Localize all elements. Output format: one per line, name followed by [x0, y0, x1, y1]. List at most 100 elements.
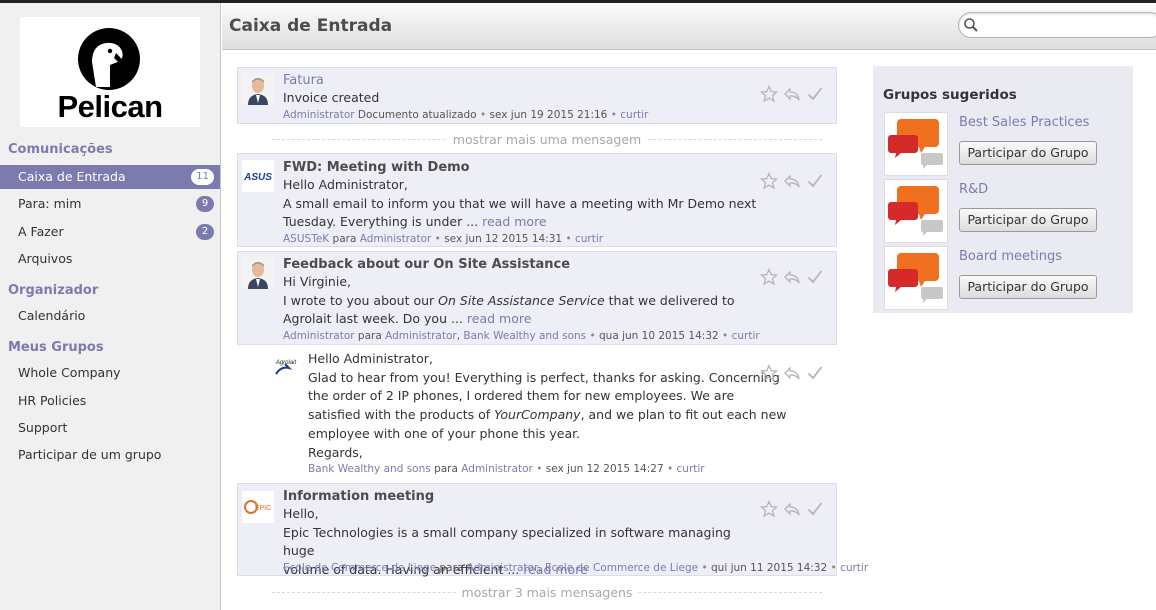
sidebar-item-calendar[interactable]: Calendário: [0, 304, 220, 328]
meta-text: Documento atualizado: [357, 109, 477, 121]
search-icon: [964, 18, 978, 32]
author-link[interactable]: Administrator: [283, 109, 355, 121]
check-icon[interactable]: [806, 85, 824, 103]
read-more-link[interactable]: read more: [467, 311, 532, 326]
recipient-link[interactable]: Administrator: [461, 463, 533, 475]
sidebar-item-label: Arquivos: [18, 251, 73, 266]
sidebar-item-todo[interactable]: A Fazer 2: [0, 220, 220, 244]
reply-icon[interactable]: [783, 172, 801, 190]
read-more-link[interactable]: read more: [482, 214, 547, 229]
company-logo[interactable]: Pelican: [20, 17, 200, 127]
message-title[interactable]: Information meeting: [283, 489, 434, 504]
message-body: Hello Administrator, A small email to in…: [283, 177, 757, 230]
reply-icon[interactable]: [783, 500, 801, 518]
sidebar-item-whole-company[interactable]: Whole Company: [0, 361, 220, 385]
page-title: Caixa de Entrada: [229, 16, 393, 36]
epic-logo-text: EPIC: [255, 505, 271, 512]
check-icon[interactable]: [806, 268, 824, 286]
message-reply: Agrolait Hello Administrator, Glad to he…: [262, 347, 837, 478]
group-name-link[interactable]: R&D: [959, 182, 988, 197]
sidebar-item-hr-policies[interactable]: HR Policies: [0, 389, 220, 413]
message-body: Hi Virginie, I wrote to you about our On…: [283, 274, 735, 327]
recipient-link[interactable]: Bank Wealthy and sons: [463, 330, 586, 342]
message-date: sex jun 12 2015 14:31: [444, 233, 563, 245]
show-more-separator[interactable]: mostrar 3 mais mensagens: [272, 585, 822, 600]
star-icon[interactable]: [760, 268, 778, 286]
chat-bubbles-icon: [888, 119, 943, 169]
sidebar-item-support[interactable]: Support: [0, 416, 220, 440]
message-actions: [760, 85, 824, 105]
message-information-meeting: EPIC Information meeting Hello, Epic Tec…: [237, 483, 868, 577]
section-organizer: Organizador: [8, 283, 99, 298]
sidebar-item-archives[interactable]: Arquivos: [0, 247, 220, 271]
check-icon[interactable]: [806, 172, 824, 190]
recipient-link[interactable]: Administrator: [360, 233, 432, 245]
show-more-link[interactable]: mostrar mais uma mensagem: [446, 132, 648, 147]
count-badge: 11: [191, 169, 214, 185]
check-icon[interactable]: [806, 500, 824, 518]
chat-bubbles-icon: [888, 186, 943, 236]
author-link[interactable]: Administrator: [283, 330, 355, 342]
like-link[interactable]: curtir: [677, 463, 705, 475]
join-group-button[interactable]: Participar do Grupo: [959, 208, 1097, 232]
group-image: [884, 112, 948, 176]
sidebar-item-label: Caixa de Entrada: [18, 169, 126, 184]
star-icon[interactable]: [760, 172, 778, 190]
message-meta: ASUSTeK para Administrator • sex jun 12 …: [283, 233, 604, 245]
sidebar: Pelican Comunicações Caixa de Entrada 11…: [0, 3, 221, 610]
recipient-link[interactable]: Ecole de Commerce de Liege: [545, 562, 698, 574]
message-feedback: Feedback about our On Site Assistance Hi…: [237, 251, 837, 345]
suggested-groups-panel: Grupos sugeridos Best Sales Practices Pa…: [873, 66, 1133, 313]
message-meta: Ecole de Commerce de Liege para Administ…: [283, 562, 869, 574]
search-input[interactable]: [981, 16, 1151, 34]
star-icon[interactable]: [760, 500, 778, 518]
like-link[interactable]: curtir: [620, 109, 648, 121]
sidebar-item-to-me[interactable]: Para: mim 9: [0, 192, 220, 216]
author-link[interactable]: Bank Wealthy and sons: [308, 463, 431, 475]
sidebar-item-label: Participar de um grupo: [18, 447, 162, 462]
message-invoice: Fatura Invoice created Administrator Doc…: [237, 67, 837, 124]
recipient-link[interactable]: Administrator: [467, 562, 539, 574]
group-image: [884, 179, 948, 243]
message-title[interactable]: FWD: Meeting with Demo: [283, 160, 470, 175]
show-more-separator[interactable]: mostrar mais uma mensagem: [272, 132, 822, 147]
message-meta: Administrator para Administrator, Bank W…: [283, 330, 760, 342]
message-actions: [760, 364, 824, 384]
message-meeting-demo: ASUS FWD: Meeting with Demo Hello Admini…: [237, 153, 837, 247]
sidebar-item-inbox[interactable]: Caixa de Entrada 11: [0, 165, 220, 189]
like-link[interactable]: curtir: [732, 330, 760, 342]
message-title[interactable]: Feedback about our On Site Assistance: [283, 257, 570, 272]
author-link[interactable]: Ecole de Commerce de Liege: [283, 562, 436, 574]
count-badge: 9: [196, 196, 214, 212]
search-box[interactable]: [958, 12, 1156, 38]
suggested-groups-title: Grupos sugeridos: [883, 87, 1017, 103]
group-name-link[interactable]: Board meetings: [959, 249, 1062, 264]
header-bar: Caixa de Entrada: [222, 3, 1156, 50]
reply-icon[interactable]: [783, 85, 801, 103]
group-name-link[interactable]: Best Sales Practices: [959, 115, 1089, 130]
join-group-button[interactable]: Participar do Grupo: [959, 141, 1097, 165]
like-link[interactable]: curtir: [840, 562, 868, 574]
like-link[interactable]: curtir: [575, 233, 603, 245]
sidebar-item-label: HR Policies: [18, 393, 87, 408]
sidebar-item-join-group[interactable]: Participar de um grupo: [0, 443, 220, 467]
asus-logo-text: ASUS: [243, 172, 272, 183]
star-icon[interactable]: [760, 85, 778, 103]
reply-icon[interactable]: [783, 364, 801, 382]
check-icon[interactable]: [806, 364, 824, 382]
message-actions: [760, 500, 824, 520]
message-title[interactable]: Fatura: [283, 73, 324, 88]
message-body: Invoice created: [283, 90, 380, 105]
reply-icon[interactable]: [783, 268, 801, 286]
sidebar-item-label: Support: [18, 420, 68, 435]
message-date: qui jun 11 2015 14:32: [711, 562, 828, 574]
message-body: Hello Administrator, Glad to hear from y…: [308, 351, 787, 460]
star-icon[interactable]: [760, 364, 778, 382]
author-link[interactable]: ASUSTeK: [283, 233, 329, 245]
join-group-button[interactable]: Participar do Grupo: [959, 275, 1097, 299]
avatar: [242, 257, 274, 289]
show-more-link[interactable]: mostrar 3 mais mensagens: [455, 585, 639, 600]
sidebar-item-label: Calendário: [18, 308, 86, 323]
section-my-groups: Meus Grupos: [8, 340, 104, 355]
recipient-link[interactable]: Administrator: [385, 330, 457, 342]
